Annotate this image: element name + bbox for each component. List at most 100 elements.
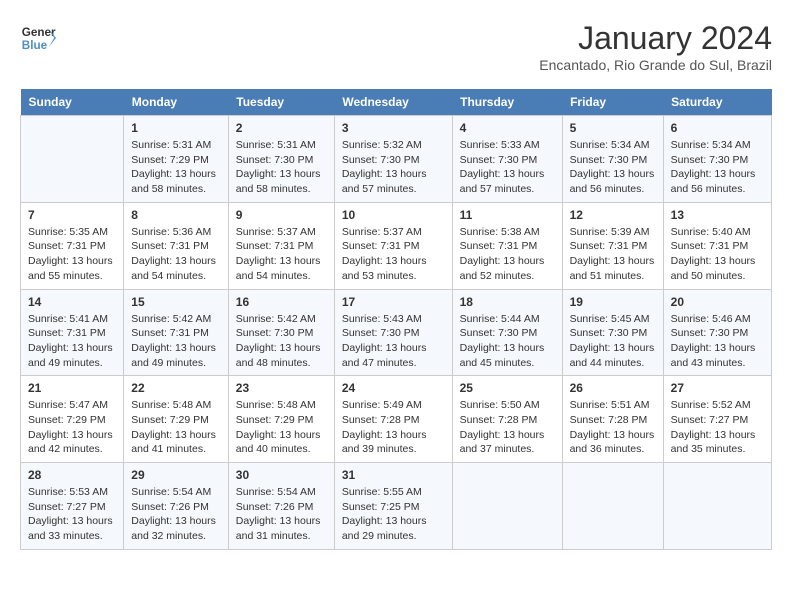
calendar-cell: 27 Sunrise: 5:52 AMSunset: 7:27 PMDayligh… (663, 376, 771, 463)
day-number: 26 (570, 381, 656, 395)
calendar-cell: 26 Sunrise: 5:51 AMSunset: 7:28 PMDayligh… (562, 376, 663, 463)
day-info: Sunrise: 5:41 AMSunset: 7:31 PMDaylight:… (28, 312, 116, 371)
calendar-cell: 28Sunrise: 5:53 AMSunset: 7:27 PMDayligh… (21, 463, 124, 550)
day-info: Sunrise: 5:42 AMSunset: 7:31 PMDaylight:… (131, 312, 221, 371)
day-number: 19 (570, 295, 656, 309)
calendar-cell: 5 Sunrise: 5:34 AMSunset: 7:30 PMDaylight… (562, 116, 663, 203)
calendar-cell: 3 Sunrise: 5:32 AMSunset: 7:30 PMDaylight… (334, 116, 452, 203)
title-section: January 2024 Encantado, Rio Grande do Su… (539, 20, 772, 73)
calendar-cell: 9Sunrise: 5:37 AMSunset: 7:31 PMDaylight… (228, 202, 334, 289)
day-info: Sunrise: 5:36 AMSunset: 7:31 PMDaylight:… (131, 225, 221, 284)
day-info: Sunrise: 5:39 AMSunset: 7:31 PMDaylight:… (570, 225, 656, 284)
calendar-cell (452, 463, 562, 550)
calendar-cell: 17 Sunrise: 5:43 AMSunset: 7:30 PMDayligh… (334, 289, 452, 376)
calendar-cell: 22Sunrise: 5:48 AMSunset: 7:29 PMDayligh… (124, 376, 229, 463)
calendar-cell: 8 Sunrise: 5:36 AMSunset: 7:31 PMDaylight… (124, 202, 229, 289)
week-row-2: 7 Sunrise: 5:35 AMSunset: 7:31 PMDaylight… (21, 202, 772, 289)
day-number: 30 (236, 468, 327, 482)
calendar-cell: 14Sunrise: 5:41 AMSunset: 7:31 PMDayligh… (21, 289, 124, 376)
logo: General Blue (20, 20, 56, 56)
day-info: Sunrise: 5:44 AMSunset: 7:30 PMDaylight:… (460, 312, 555, 371)
page-header: General Blue January 2024 Encantado, Rio… (20, 20, 772, 73)
calendar-cell: 7 Sunrise: 5:35 AMSunset: 7:31 PMDaylight… (21, 202, 124, 289)
day-info: Sunrise: 5:54 AMSunset: 7:26 PMDaylight:… (131, 485, 221, 544)
day-info: Sunrise: 5:45 AMSunset: 7:30 PMDaylight:… (570, 312, 656, 371)
calendar-cell: 25Sunrise: 5:50 AMSunset: 7:28 PMDayligh… (452, 376, 562, 463)
day-info: Sunrise: 5:32 AMSunset: 7:30 PMDaylight:… (342, 138, 445, 197)
calendar-cell: 19 Sunrise: 5:45 AMSunset: 7:30 PMDayligh… (562, 289, 663, 376)
day-number: 5 (570, 121, 656, 135)
day-info: Sunrise: 5:51 AMSunset: 7:28 PMDaylight:… (570, 398, 656, 457)
calendar-cell: 4 Sunrise: 5:33 AMSunset: 7:30 PMDaylight… (452, 116, 562, 203)
day-number: 11 (460, 208, 555, 222)
calendar-cell: 1 Sunrise: 5:31 AMSunset: 7:29 PMDaylight… (124, 116, 229, 203)
day-number: 9 (236, 208, 327, 222)
calendar-cell: 30 Sunrise: 5:54 AMSunset: 7:26 PMDayligh… (228, 463, 334, 550)
day-info: Sunrise: 5:55 AMSunset: 7:25 PMDaylight:… (342, 485, 445, 544)
day-number: 3 (342, 121, 445, 135)
day-number: 13 (671, 208, 764, 222)
day-number: 15 (131, 295, 221, 309)
calendar-table: SundayMondayTuesdayWednesdayThursdayFrid… (20, 89, 772, 550)
calendar-cell: 11 Sunrise: 5:38 AMSunset: 7:31 PMDayligh… (452, 202, 562, 289)
calendar-cell: 29 Sunrise: 5:54 AMSunset: 7:26 PMDayligh… (124, 463, 229, 550)
day-info: Sunrise: 5:53 AMSunset: 7:27 PMDaylight:… (28, 485, 116, 544)
calendar-cell: 16 Sunrise: 5:42 AMSunset: 7:30 PMDayligh… (228, 289, 334, 376)
week-row-3: 14Sunrise: 5:41 AMSunset: 7:31 PMDayligh… (21, 289, 772, 376)
header-cell-tuesday: Tuesday (228, 89, 334, 116)
day-info: Sunrise: 5:40 AMSunset: 7:31 PMDaylight:… (671, 225, 764, 284)
day-number: 1 (131, 121, 221, 135)
svg-text:General: General (22, 26, 56, 39)
day-info: Sunrise: 5:52 AMSunset: 7:27 PMDaylight:… (671, 398, 764, 457)
day-info: Sunrise: 5:54 AMSunset: 7:26 PMDaylight:… (236, 485, 327, 544)
day-info: Sunrise: 5:38 AMSunset: 7:31 PMDaylight:… (460, 225, 555, 284)
week-row-5: 28Sunrise: 5:53 AMSunset: 7:27 PMDayligh… (21, 463, 772, 550)
calendar-cell: 12 Sunrise: 5:39 AMSunset: 7:31 PMDayligh… (562, 202, 663, 289)
day-info: Sunrise: 5:31 AMSunset: 7:29 PMDaylight:… (131, 138, 221, 197)
header-cell-monday: Monday (124, 89, 229, 116)
day-number: 27 (671, 381, 764, 395)
header-cell-thursday: Thursday (452, 89, 562, 116)
main-title: January 2024 (539, 20, 772, 57)
day-info: Sunrise: 5:35 AMSunset: 7:31 PMDaylight:… (28, 225, 116, 284)
calendar-cell (663, 463, 771, 550)
day-number: 2 (236, 121, 327, 135)
calendar-cell (21, 116, 124, 203)
calendar-cell: 13 Sunrise: 5:40 AMSunset: 7:31 PMDayligh… (663, 202, 771, 289)
calendar-cell: 31 Sunrise: 5:55 AMSunset: 7:25 PMDayligh… (334, 463, 452, 550)
calendar-cell (562, 463, 663, 550)
day-number: 12 (570, 208, 656, 222)
day-number: 16 (236, 295, 327, 309)
week-row-1: 1 Sunrise: 5:31 AMSunset: 7:29 PMDaylight… (21, 116, 772, 203)
week-row-4: 21Sunrise: 5:47 AMSunset: 7:29 PMDayligh… (21, 376, 772, 463)
day-info: Sunrise: 5:47 AMSunset: 7:29 PMDaylight:… (28, 398, 116, 457)
calendar-cell: 24 Sunrise: 5:49 AMSunset: 7:28 PMDayligh… (334, 376, 452, 463)
calendar-cell: 20Sunrise: 5:46 AMSunset: 7:30 PMDayligh… (663, 289, 771, 376)
calendar-cell: 10Sunrise: 5:37 AMSunset: 7:31 PMDayligh… (334, 202, 452, 289)
calendar-cell: 23Sunrise: 5:48 AMSunset: 7:29 PMDayligh… (228, 376, 334, 463)
day-info: Sunrise: 5:46 AMSunset: 7:30 PMDaylight:… (671, 312, 764, 371)
day-number: 23 (236, 381, 327, 395)
day-info: Sunrise: 5:43 AMSunset: 7:30 PMDaylight:… (342, 312, 445, 371)
day-number: 31 (342, 468, 445, 482)
day-number: 8 (131, 208, 221, 222)
subtitle: Encantado, Rio Grande do Sul, Brazil (539, 57, 772, 73)
day-number: 10 (342, 208, 445, 222)
day-number: 24 (342, 381, 445, 395)
day-number: 6 (671, 121, 764, 135)
day-info: Sunrise: 5:34 AMSunset: 7:30 PMDaylight:… (671, 138, 764, 197)
day-number: 7 (28, 208, 116, 222)
day-number: 29 (131, 468, 221, 482)
day-info: Sunrise: 5:49 AMSunset: 7:28 PMDaylight:… (342, 398, 445, 457)
header-row: SundayMondayTuesdayWednesdayThursdayFrid… (21, 89, 772, 116)
day-info: Sunrise: 5:34 AMSunset: 7:30 PMDaylight:… (570, 138, 656, 197)
header-cell-friday: Friday (562, 89, 663, 116)
day-number: 18 (460, 295, 555, 309)
logo-icon: General Blue (20, 20, 56, 56)
day-info: Sunrise: 5:42 AMSunset: 7:30 PMDaylight:… (236, 312, 327, 371)
header-cell-wednesday: Wednesday (334, 89, 452, 116)
header-cell-sunday: Sunday (21, 89, 124, 116)
day-number: 17 (342, 295, 445, 309)
day-info: Sunrise: 5:33 AMSunset: 7:30 PMDaylight:… (460, 138, 555, 197)
day-number: 4 (460, 121, 555, 135)
